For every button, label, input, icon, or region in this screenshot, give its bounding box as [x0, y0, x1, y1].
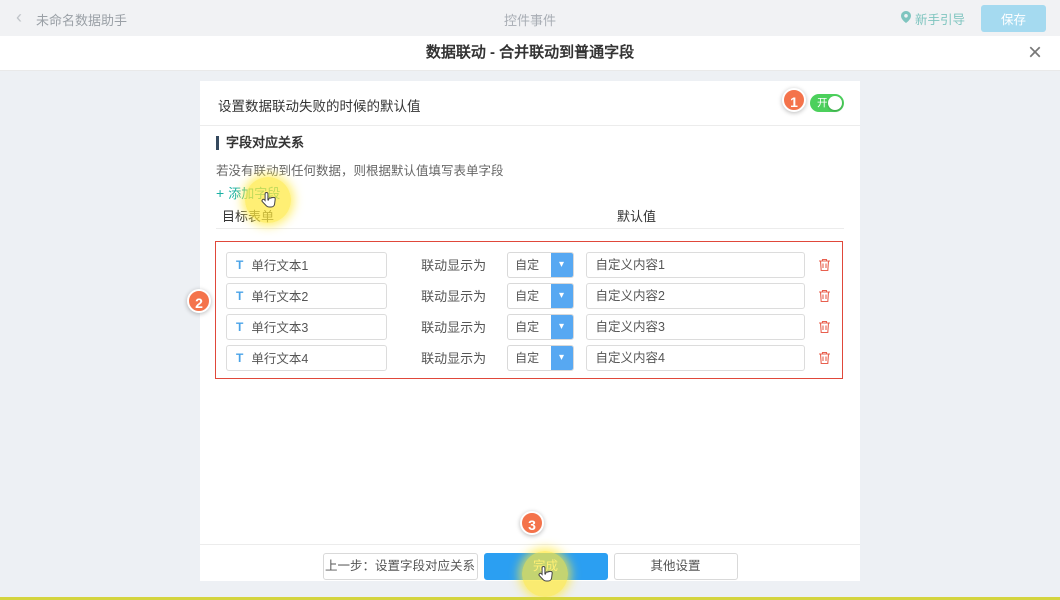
toggle-knob: [828, 96, 842, 110]
modal-title: 数据联动 - 合并联动到普通字段: [0, 36, 1060, 70]
default-value-input[interactable]: 自定义内容2: [586, 283, 806, 309]
relation-label: 联动显示为: [421, 317, 486, 336]
screen: ‹ 未命名数据助手 控件事件 新手引导 保存 数据联动 - 合并联动到普通字段 …: [0, 0, 1060, 600]
location-pin-icon: [901, 11, 911, 26]
default-value-input[interactable]: 自定义内容1: [586, 252, 806, 278]
settings-card: 设置数据联动失败的时候的默认值 1 开 字段对应关系 若没有联动到任何数据，则根…: [200, 81, 860, 581]
delete-row-button[interactable]: [818, 350, 832, 366]
chevron-down-icon: ▾: [551, 346, 573, 370]
header-divider: [216, 228, 844, 229]
target-field-input[interactable]: T 单行文本2: [226, 283, 387, 309]
topbar-right: 新手引导 保存: [901, 0, 1046, 36]
guide-label: 新手引导: [915, 9, 965, 28]
target-field-input[interactable]: T 单行文本4: [226, 345, 387, 371]
section-title: 字段对应关系: [216, 136, 304, 150]
mode-value: 自定义: [508, 253, 550, 277]
chevron-down-icon: ▾: [551, 284, 573, 308]
text-field-icon: T: [236, 258, 243, 272]
chevron-down-icon: ▾: [551, 315, 573, 339]
field-mapping-row: T 单行文本1 联动显示为 自定义 ▾ 自定义内容1: [216, 249, 842, 280]
default-value-input[interactable]: 自定义内容3: [586, 314, 806, 340]
toggle-on-label: 开: [817, 97, 828, 109]
mode-dropdown[interactable]: 自定义 ▾: [507, 252, 573, 278]
target-field-input[interactable]: T 单行文本1: [226, 252, 387, 278]
default-value-toggle[interactable]: 开: [810, 94, 844, 112]
relation-label: 联动显示为: [421, 286, 486, 305]
mode-value: 自定义: [508, 284, 550, 308]
plus-icon: +: [216, 185, 224, 201]
default-setting-label: 设置数据联动失败的时候的默认值: [218, 95, 421, 115]
text-field-icon: T: [236, 289, 243, 303]
mode-value: 自定义: [508, 346, 550, 370]
field-mapping-row: T 单行文本2 联动显示为 自定义 ▾ 自定义内容2: [216, 280, 842, 311]
other-settings-button[interactable]: 其他设置: [614, 553, 738, 580]
mode-value: 自定义: [508, 315, 550, 339]
text-field-icon: T: [236, 351, 243, 365]
assistant-title: 未命名数据助手: [36, 10, 127, 29]
target-field-input[interactable]: T 单行文本3: [226, 314, 387, 340]
field-mapping-highlight-box: T 单行文本1 联动显示为 自定义 ▾ 自定义内容1 T 单行文本2: [215, 241, 843, 379]
text-field-icon: T: [236, 320, 243, 334]
modal-header: 数据联动 - 合并联动到普通字段 ×: [0, 36, 1060, 71]
mode-dropdown[interactable]: 自定义 ▾: [507, 283, 573, 309]
delete-row-button[interactable]: [818, 288, 832, 304]
guide-step-3-badge: 3: [520, 511, 544, 535]
delete-row-button[interactable]: [818, 257, 832, 273]
guide-step-2-badge: 2: [187, 289, 211, 313]
guide-link[interactable]: 新手引导: [901, 9, 965, 28]
modal-body: 设置数据联动失败的时候的默认值 1 开 字段对应关系 若没有联动到任何数据，则根…: [0, 71, 1060, 600]
default-value-input[interactable]: 自定义内容4: [586, 345, 806, 371]
section-description: 若没有联动到任何数据，则根据默认值填写表单字段: [216, 160, 504, 179]
previous-step-button[interactable]: 上一步：设置字段对应关系: [323, 553, 478, 580]
card-header: 设置数据联动失败的时候的默认值 1 开: [200, 81, 860, 126]
topbar: ‹ 未命名数据助手 控件事件 新手引导 保存: [0, 0, 1060, 36]
guide-step-1-badge: 1: [782, 88, 806, 112]
field-mapping-row: T 单行文本3 联动显示为 自定义 ▾ 自定义内容3: [216, 311, 842, 342]
target-field-value: 单行文本1: [251, 255, 308, 274]
delete-row-button[interactable]: [818, 319, 832, 335]
page-title: 控件事件: [504, 10, 556, 29]
field-mapping-row: T 单行文本4 联动显示为 自定义 ▾ 自定义内容4: [216, 342, 842, 373]
target-field-value: 单行文本4: [251, 348, 308, 367]
target-field-value: 单行文本2: [251, 286, 308, 305]
target-field-value: 单行文本3: [251, 317, 308, 336]
chevron-down-icon: ▾: [551, 253, 573, 277]
mode-dropdown[interactable]: 自定义 ▾: [507, 345, 573, 371]
mode-dropdown[interactable]: 自定义 ▾: [507, 314, 573, 340]
relation-label: 联动显示为: [421, 348, 486, 367]
close-icon[interactable]: ×: [1028, 39, 1042, 67]
hand-cursor-icon: [537, 565, 555, 590]
save-button[interactable]: 保存: [981, 5, 1046, 32]
hand-cursor-icon: [260, 191, 278, 216]
relation-label: 联动显示为: [421, 255, 486, 274]
column-header-default-value: 默认值: [617, 206, 656, 225]
back-icon[interactable]: ‹: [16, 7, 22, 27]
